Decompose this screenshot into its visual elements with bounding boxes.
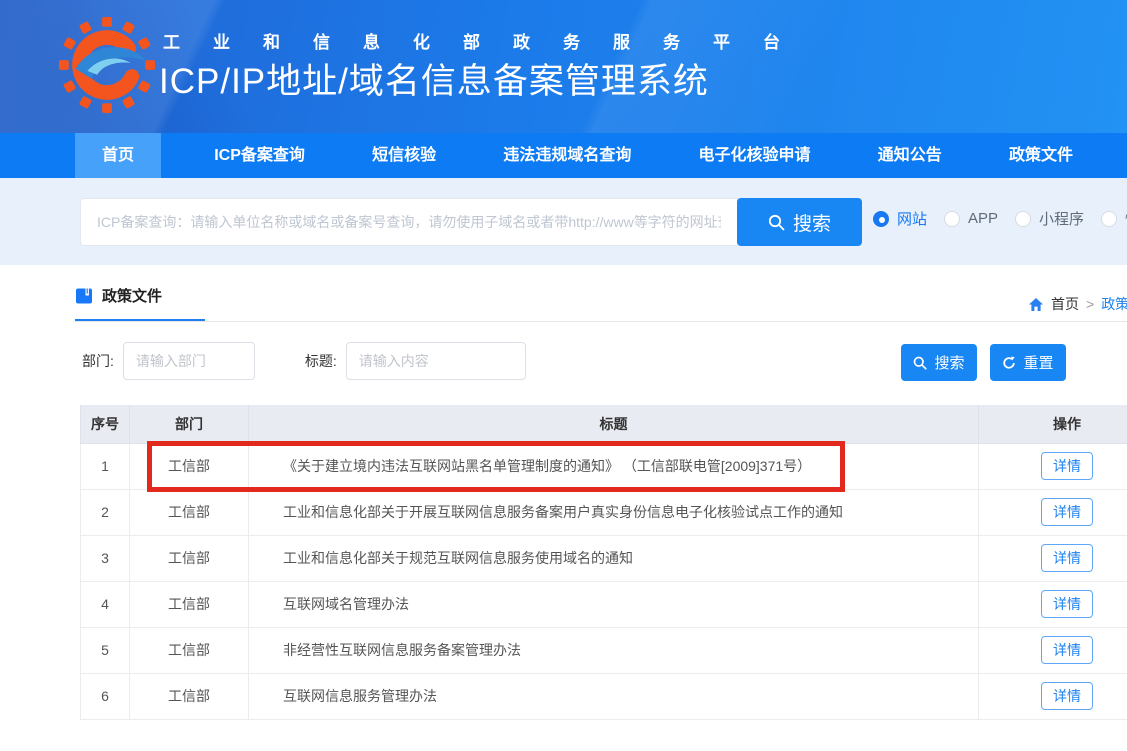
search-icon [768, 214, 785, 231]
row-title: 工业和信息化部关于规范互联网信息服务使用域名的通知 [249, 535, 979, 581]
icp-search-button-label: 搜索 [793, 209, 831, 236]
main-content: 政策文件 首页 > 政策文件 部门: 标题: 搜索 重置 [0, 265, 1127, 751]
radio-icon [1101, 211, 1117, 227]
section-title: 政策文件 [102, 285, 162, 306]
radio-label: 网站 [897, 208, 927, 229]
section-divider [75, 321, 1127, 322]
filter-reset-label: 重置 [1023, 352, 1053, 373]
row-dept: 工信部 [130, 673, 249, 719]
row-no: 4 [81, 581, 130, 627]
nav-item-icp-query[interactable]: ICP备案查询 [200, 133, 319, 178]
search-icon [913, 356, 927, 370]
radio-option-app[interactable]: APP [944, 210, 998, 227]
row-title: 《关于建立境内违法互联网站黑名单管理制度的通知》 （工信部联电管[2009]37… [249, 443, 979, 489]
radio-label: 小程序 [1039, 208, 1084, 229]
main-nav: 首页 ICP备案查询 短信核验 违法违规域名查询 电子化核验申请 通知公告 政策… [0, 133, 1127, 178]
row-dept: 工信部 [130, 443, 249, 489]
tab-policy-files[interactable]: 政策文件 [75, 285, 162, 306]
row-no: 6 [81, 673, 130, 719]
radio-selected-icon [873, 211, 889, 227]
search-type-radio-group: 网站 APP 小程序 快应用 [873, 208, 1127, 229]
row-title: 互联网域名管理办法 [249, 581, 979, 627]
ministry-line: 工业和信息化部政务服务平台 [163, 28, 813, 53]
breadcrumb-current[interactable]: 政策文件 [1101, 294, 1127, 314]
col-header-title: 标题 [249, 405, 979, 443]
radio-option-quickapp[interactable]: 快应用 [1101, 208, 1127, 229]
filter-reset-button[interactable]: 重置 [990, 344, 1066, 381]
nav-item-sms-verify[interactable]: 短信核验 [358, 133, 450, 178]
row-title: 工业和信息化部关于开展互联网信息服务备案用户真实身份信息电子化核验试点工作的通知 [249, 489, 979, 535]
radio-option-miniprogram[interactable]: 小程序 [1015, 208, 1084, 229]
nav-item-e-verification[interactable]: 电子化核验申请 [685, 133, 825, 178]
title-filter-label: 标题: [305, 351, 337, 371]
nav-item-illegal-domain-query[interactable]: 违法违规域名查询 [489, 133, 645, 178]
filter-search-button[interactable]: 搜索 [901, 344, 977, 381]
filter-bar: 部门: 标题: [82, 342, 526, 380]
icp-search-input[interactable] [80, 198, 738, 246]
table-row: 5 工信部 非经营性互联网信息服务备案管理办法 详情 [81, 627, 1127, 673]
icp-search-button[interactable]: 搜索 [737, 198, 862, 246]
col-header-dept: 部门 [130, 405, 249, 443]
col-header-action: 操作 [979, 405, 1127, 443]
dept-filter-label: 部门: [82, 351, 114, 371]
row-dept: 工信部 [130, 581, 249, 627]
radio-icon [1015, 211, 1031, 227]
row-dept: 工信部 [130, 627, 249, 673]
icp-search-section: 搜索 网站 APP 小程序 快应用 [0, 178, 1127, 265]
row-dept: 工信部 [130, 535, 249, 581]
radio-icon [944, 211, 960, 227]
table-header-row: 序号 部门 标题 操作 [81, 405, 1127, 443]
detail-button[interactable]: 详情 [1041, 544, 1093, 572]
reset-icon [1002, 356, 1016, 370]
row-title: 非经营性互联网信息服务备案管理办法 [249, 627, 979, 673]
policy-book-icon [75, 287, 93, 305]
filter-search-label: 搜索 [934, 352, 964, 373]
breadcrumb-home[interactable]: 首页 [1051, 294, 1079, 314]
row-no: 3 [81, 535, 130, 581]
detail-button[interactable]: 详情 [1041, 498, 1093, 526]
breadcrumb-separator: > [1086, 296, 1094, 312]
app-header: 工业和信息化部政务服务平台 ICP/IP地址/域名信息备案管理系统 [0, 0, 1127, 133]
title-filter-input[interactable] [346, 342, 526, 380]
row-no: 2 [81, 489, 130, 535]
row-dept: 工信部 [130, 489, 249, 535]
detail-button[interactable]: 详情 [1041, 636, 1093, 664]
nav-item-policy-files[interactable]: 政策文件 [995, 133, 1087, 178]
home-icon [1028, 297, 1044, 312]
table-row: 6 工信部 互联网信息服务管理办法 详情 [81, 673, 1127, 719]
row-no: 5 [81, 627, 130, 673]
detail-button[interactable]: 详情 [1041, 590, 1093, 618]
dept-filter-input[interactable] [123, 342, 255, 380]
radio-option-website[interactable]: 网站 [873, 208, 927, 229]
col-header-no: 序号 [81, 405, 130, 443]
table-row: 3 工信部 工业和信息化部关于规范互联网信息服务使用域名的通知 详情 [81, 535, 1127, 581]
row-no: 1 [81, 443, 130, 489]
detail-button[interactable]: 详情 [1041, 682, 1093, 710]
policy-table: 序号 部门 标题 操作 1 工信部 《关于建立境内违法互联网站黑名单管理制度的通… [80, 405, 1127, 720]
row-title: 互联网信息服务管理办法 [249, 673, 979, 719]
nav-item-home[interactable]: 首页 [75, 133, 161, 178]
radio-label: APP [968, 210, 998, 227]
table-row: 4 工信部 互联网域名管理办法 详情 [81, 581, 1127, 627]
page-title: ICP/IP地址/域名信息备案管理系统 [159, 53, 709, 104]
table-row: 2 工信部 工业和信息化部关于开展互联网信息服务备案用户真实身份信息电子化核验试… [81, 489, 1127, 535]
table-row: 1 工信部 《关于建立境内违法互联网站黑名单管理制度的通知》 （工信部联电管[2… [81, 443, 1127, 489]
breadcrumb: 首页 > 政策文件 [1028, 294, 1127, 314]
miit-logo-icon [58, 16, 156, 114]
nav-item-notices[interactable]: 通知公告 [864, 133, 956, 178]
detail-button[interactable]: 详情 [1041, 452, 1093, 480]
